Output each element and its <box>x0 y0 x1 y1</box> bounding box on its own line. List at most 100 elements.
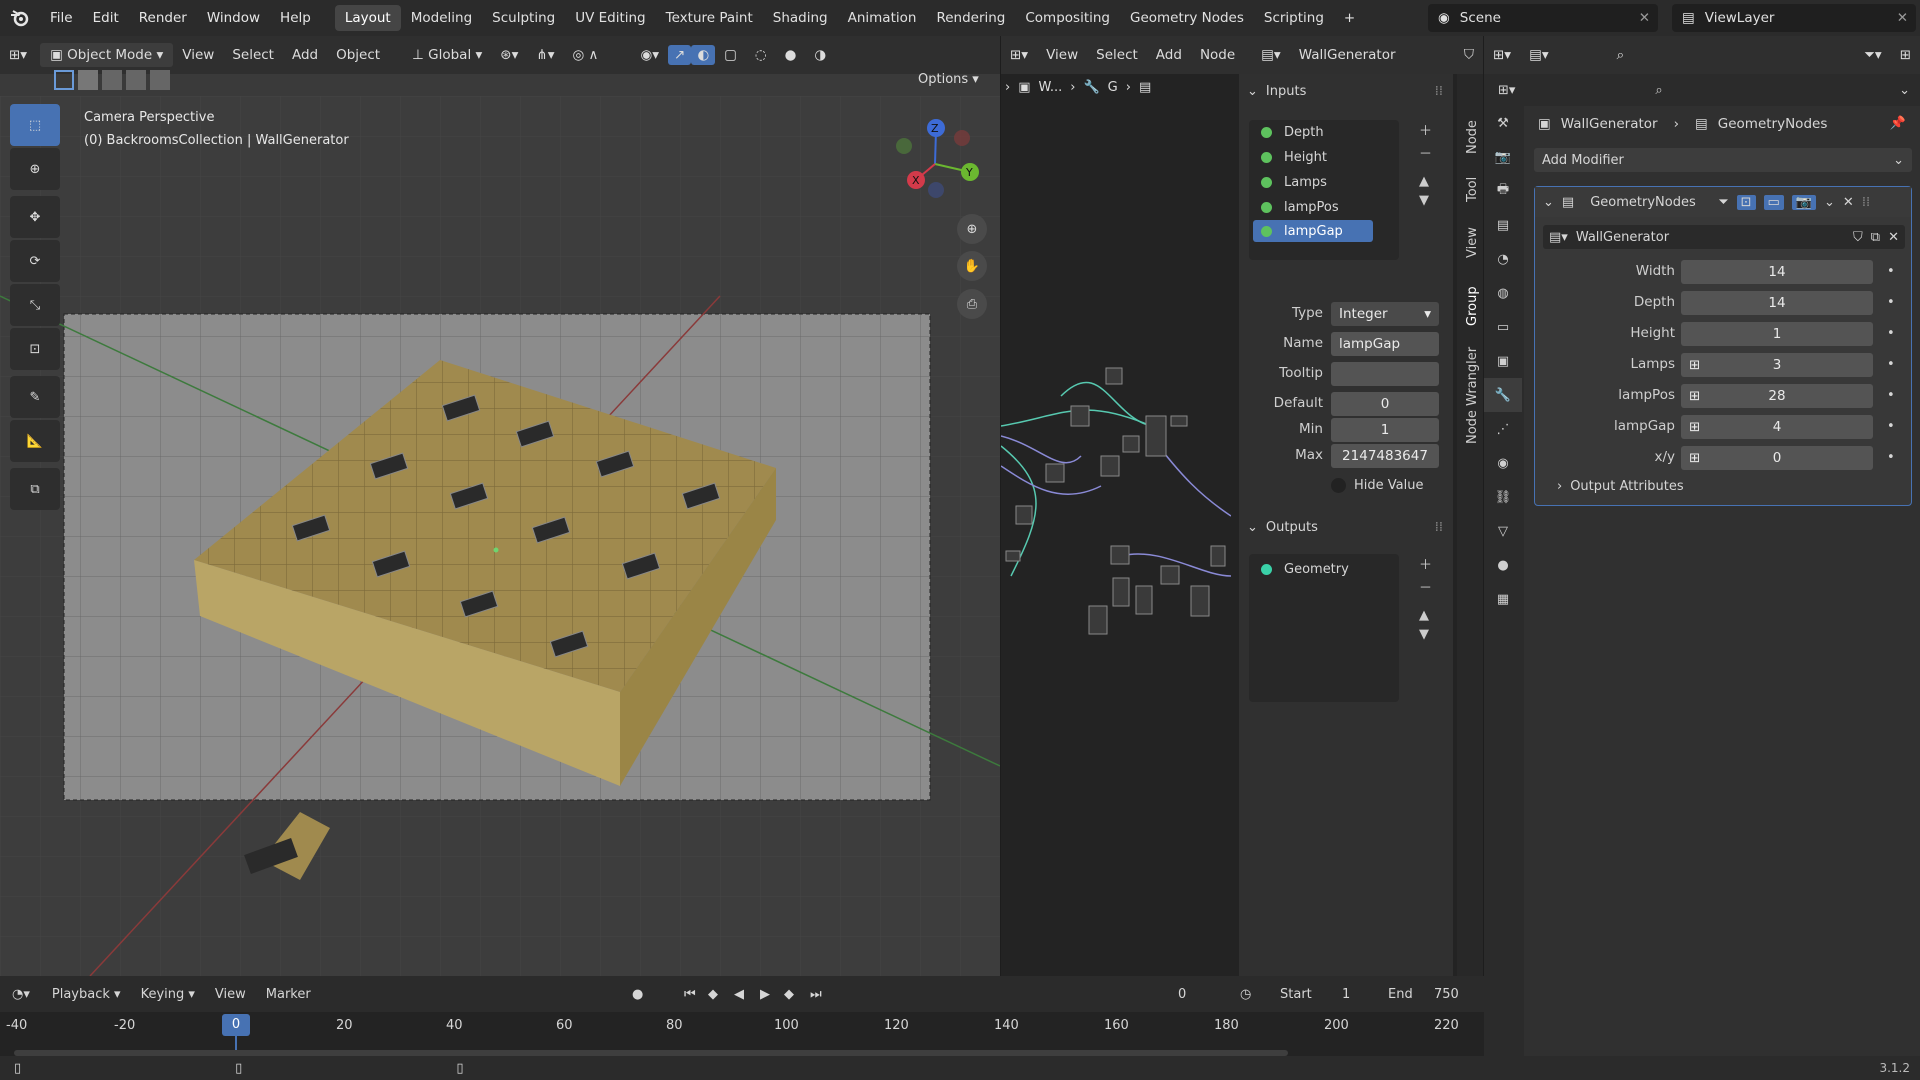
options-button[interactable]: Options ▾ <box>918 72 979 87</box>
param-field[interactable]: ⊞ 4 <box>1681 415 1873 439</box>
funnel-icon[interactable]: ⏷ <box>1718 195 1728 210</box>
editor-type-icon[interactable]: ⊞▾ <box>0 47 36 63</box>
menu-playback[interactable]: Playback ▾ <box>42 987 131 1002</box>
navigation-gizmo[interactable]: Z Y X <box>880 112 990 212</box>
tab-view[interactable]: View <box>1465 227 1480 258</box>
add-modifier-button[interactable]: Add Modifier ⌄ <box>1534 148 1912 172</box>
jump-start-icon[interactable]: ⏮ <box>684 987 696 1002</box>
min-field[interactable]: 1 <box>1331 418 1439 442</box>
tab-layout[interactable]: Layout <box>334 5 401 31</box>
tab-geometry-nodes[interactable]: Geometry Nodes <box>1120 5 1254 31</box>
pan-hand-icon[interactable]: ✋ <box>957 251 987 281</box>
tab-group[interactable]: Group <box>1465 286 1480 326</box>
keyframe-dot-icon[interactable]: • <box>1887 357 1895 372</box>
add-cube-tool-icon[interactable]: ⧉ <box>10 468 60 510</box>
drag-handle-icon[interactable]: ⁞⁞ <box>1435 520 1443 535</box>
attribute-toggle-icon[interactable]: ⊞ <box>1689 388 1700 404</box>
mode-selector[interactable]: ▣ Object Mode ▾ <box>40 43 174 67</box>
menu-render[interactable]: Render <box>129 10 197 26</box>
constraints-icon[interactable]: ⛓ <box>1484 480 1522 514</box>
duplicate-icon[interactable]: ⧉ <box>1871 230 1880 245</box>
material-icon[interactable]: ● <box>1484 548 1522 582</box>
inputs-panel-header[interactable]: ⌄ Inputs ⁞⁞ <box>1239 74 1453 108</box>
select-tool-icon[interactable]: ⬚ <box>10 104 60 146</box>
breadcrumb-object[interactable]: W... <box>1039 80 1063 95</box>
node-tree-icon[interactable]: ▤▾ <box>1252 47 1290 63</box>
move-down-icon[interactable]: ▼ <box>1419 627 1432 642</box>
select-invert-icon[interactable] <box>126 70 146 90</box>
filter-icon[interactable]: ⏷▾ <box>1855 47 1891 63</box>
tab-shading[interactable]: Shading <box>763 5 838 31</box>
play-icon[interactable]: ▶ <box>760 987 770 1002</box>
tab-sculpting[interactable]: Sculpting <box>482 5 565 31</box>
search-icon[interactable]: ⌕ <box>1608 47 1634 63</box>
clock-icon[interactable]: ◷ <box>1240 987 1251 1002</box>
data-icon[interactable]: ▽ <box>1484 514 1522 548</box>
select-intersect-icon[interactable] <box>150 70 170 90</box>
menu-add[interactable]: Add <box>1147 47 1191 63</box>
play-reverse-icon[interactable]: ◀ <box>734 987 744 1002</box>
tab-node-wrangler[interactable]: Node Wrangler <box>1465 347 1480 444</box>
blender-logo-icon[interactable] <box>0 5 40 31</box>
list-item-selected[interactable]: lampGap <box>1253 220 1373 242</box>
menu-node[interactable]: Node <box>1191 47 1244 63</box>
prev-keyframe-icon[interactable]: ◆ <box>708 987 718 1002</box>
menu-view[interactable]: View <box>173 47 223 63</box>
collection-icon[interactable]: ▭ <box>1484 310 1522 344</box>
param-field[interactable]: 1 <box>1681 322 1873 346</box>
tooltip-field[interactable] <box>1331 362 1439 386</box>
editor-type-icon[interactable]: ⊞▾ <box>1001 47 1037 63</box>
breadcrumb-group[interactable]: G <box>1108 80 1118 95</box>
param-field[interactable]: ⊞ 3 <box>1681 353 1873 377</box>
type-select[interactable]: Integer ▾ <box>1331 302 1439 326</box>
menu-select[interactable]: Select <box>223 47 283 63</box>
particles-icon[interactable]: ⋰ <box>1484 412 1522 446</box>
annotate-tool-icon[interactable]: ✎ <box>10 376 60 418</box>
keyframe-dot-icon[interactable]: • <box>1887 388 1895 403</box>
move-up-icon[interactable]: ▲ <box>1419 608 1432 623</box>
hide-value-checkbox[interactable]: Hide Value <box>1331 478 1423 493</box>
select-subtract-icon[interactable] <box>102 70 122 90</box>
new-collection-icon[interactable]: ⊞ <box>1891 47 1920 63</box>
close-icon[interactable]: ✕ <box>1843 195 1854 210</box>
viewport-toggle-icon[interactable]: ▭ <box>1763 194 1784 210</box>
select-extend-icon[interactable] <box>78 70 98 90</box>
texture-icon[interactable]: ▦ <box>1484 582 1522 616</box>
default-field[interactable]: 0 <box>1331 392 1439 416</box>
add-icon[interactable]: ＋ <box>1419 120 1432 139</box>
snap-icon[interactable]: ⋔▾ <box>527 47 563 63</box>
editor-type-icon[interactable]: ⊞▾ <box>1498 83 1515 98</box>
select-box-icon[interactable] <box>54 70 74 90</box>
scale-tool-icon[interactable]: ⤡ <box>10 284 60 326</box>
editor-type-icon[interactable]: ◔▾ <box>0 987 42 1002</box>
add-workspace-icon[interactable]: + <box>1334 5 1365 31</box>
physics-icon[interactable]: ◉ <box>1484 446 1522 480</box>
keyframe-dot-icon[interactable]: • <box>1887 264 1895 279</box>
node-graph[interactable] <box>1001 356 1231 716</box>
timeline-ruler[interactable]: -40 -20 0 20 40 60 80 100 120 140 160 18… <box>0 1012 1484 1060</box>
close-icon[interactable]: ✕ <box>1897 10 1908 26</box>
tab-rendering[interactable]: Rendering <box>926 5 1015 31</box>
transform-tool-icon[interactable]: ⊡ <box>10 328 60 370</box>
zoom-icon[interactable]: ⊕ <box>957 214 987 244</box>
menu-file[interactable]: File <box>40 10 83 26</box>
param-field[interactable]: 14 <box>1681 260 1873 284</box>
close-icon[interactable]: ✕ <box>1888 230 1899 245</box>
end-value[interactable]: 750 <box>1434 987 1459 1002</box>
gizmo-icon[interactable]: ↗ <box>668 45 692 65</box>
output-icon[interactable]: 🖶 <box>1484 174 1522 208</box>
current-frame[interactable]: 0 <box>1178 987 1186 1002</box>
list-item[interactable]: Geometry <box>1249 554 1399 584</box>
visibility-icon[interactable]: ◉▾ <box>631 47 668 63</box>
camera-view-icon[interactable]: ⎙ <box>957 289 987 319</box>
menu-edit[interactable]: Edit <box>83 10 129 26</box>
param-field[interactable]: ⊞ 0 <box>1681 446 1873 470</box>
param-field[interactable]: 14 <box>1681 291 1873 315</box>
menu-view[interactable]: View <box>205 987 256 1002</box>
tab-modeling[interactable]: Modeling <box>401 5 482 31</box>
name-field[interactable]: lampGap <box>1331 332 1439 356</box>
shading-material-icon[interactable]: ◑ <box>805 47 835 63</box>
record-icon[interactable]: ● <box>632 987 643 1002</box>
menu-keying[interactable]: Keying ▾ <box>131 987 205 1002</box>
move-tool-icon[interactable]: ✥ <box>10 196 60 238</box>
